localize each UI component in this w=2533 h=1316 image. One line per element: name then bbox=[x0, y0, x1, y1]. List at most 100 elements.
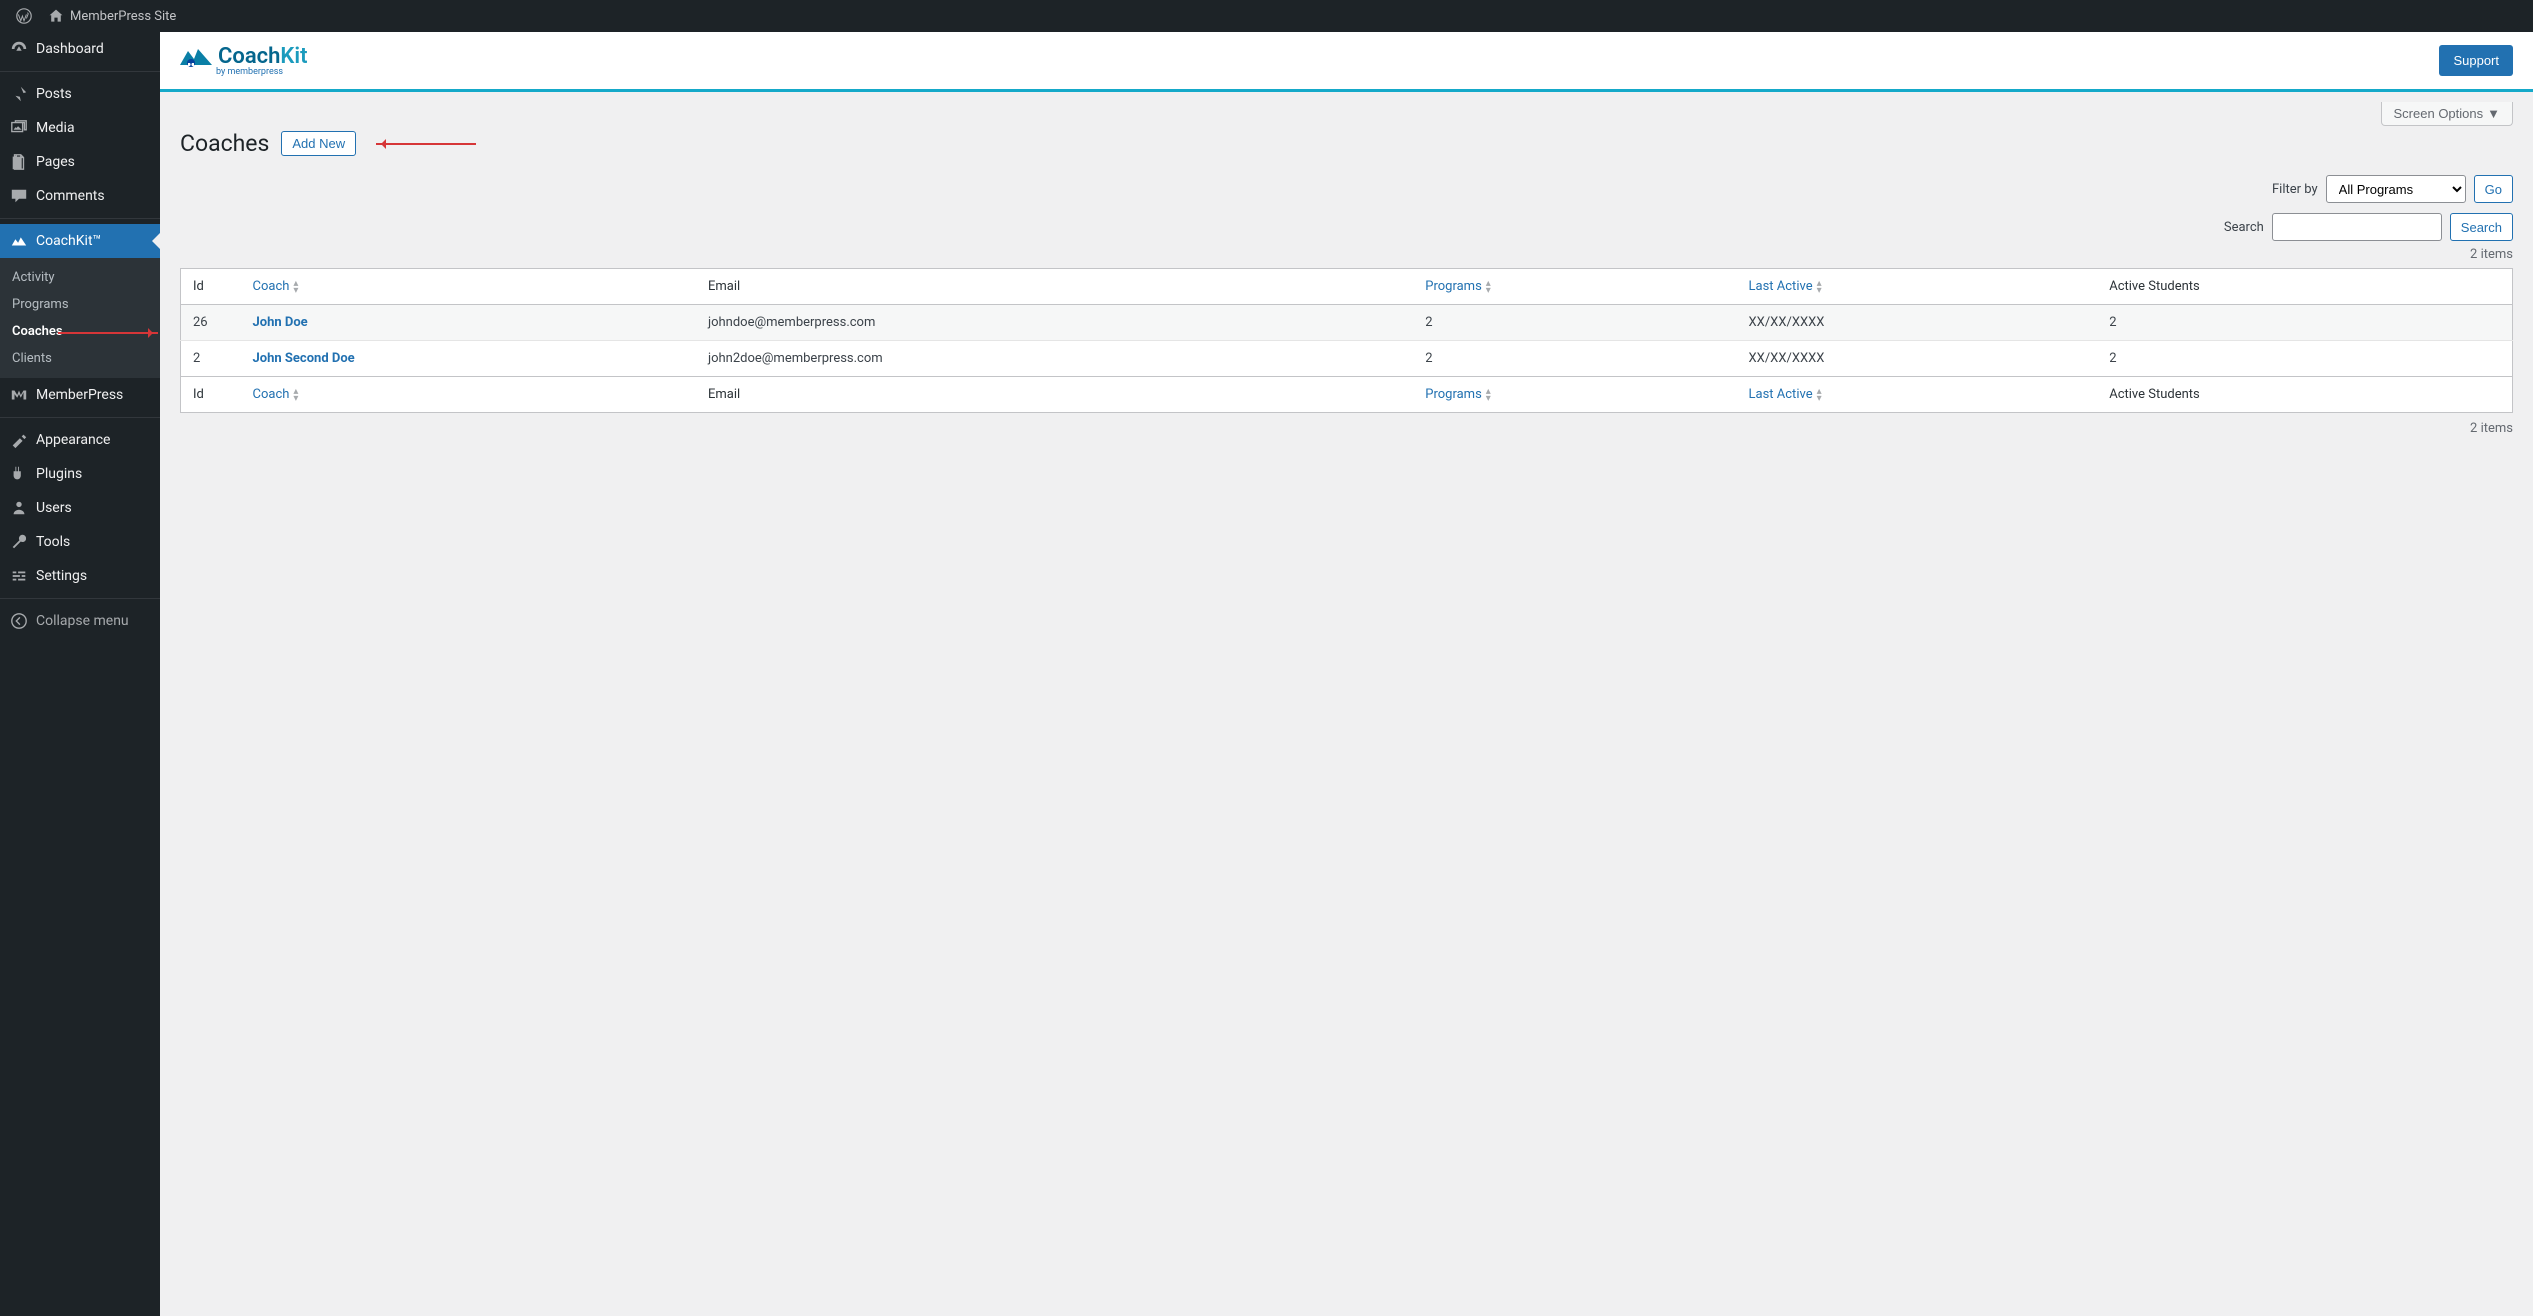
tf-programs[interactable]: Programs▴▾ bbox=[1413, 377, 1736, 413]
site-link[interactable]: MemberPress Site bbox=[40, 8, 184, 24]
menu-label: MemberPress bbox=[36, 387, 123, 403]
sort-icon: ▴▾ bbox=[1486, 388, 1491, 402]
menu-media[interactable]: Media bbox=[0, 111, 160, 145]
menu-label: Users bbox=[36, 500, 72, 516]
table-row: 2 John Second Doe john2doe@memberpress.com… bbox=[181, 341, 2513, 377]
screen-options-button[interactable]: Screen Options ▼ bbox=[2381, 102, 2513, 126]
collapse-icon bbox=[10, 612, 28, 630]
menu-settings[interactable]: Settings bbox=[0, 559, 160, 593]
menu-label: Tools bbox=[36, 534, 70, 550]
media-icon bbox=[10, 119, 28, 137]
memberpress-icon bbox=[10, 386, 28, 404]
menu-label: Settings bbox=[36, 568, 87, 584]
chevron-down-icon: ▼ bbox=[2487, 106, 2500, 121]
sort-icon: ▴▾ bbox=[1817, 280, 1822, 294]
search-button[interactable]: Search bbox=[2450, 213, 2513, 241]
menu-label: Media bbox=[36, 120, 75, 136]
wp-logo-menu[interactable] bbox=[8, 8, 40, 24]
dashboard-icon bbox=[10, 40, 28, 58]
menu-appearance[interactable]: Appearance bbox=[0, 423, 160, 457]
pin-icon bbox=[10, 85, 28, 103]
tools-icon bbox=[10, 533, 28, 551]
menu-label: Plugins bbox=[36, 466, 82, 482]
tf-last-active[interactable]: Last Active▴▾ bbox=[1737, 377, 2098, 413]
cell-last-active: XX/XX/XXXX bbox=[1737, 305, 2098, 341]
tf-coach[interactable]: Coach▴▾ bbox=[241, 377, 696, 413]
brand-bar: CoachKit by memberpress Support bbox=[160, 32, 2533, 92]
menu-coachkit[interactable]: CoachKit™ bbox=[0, 224, 160, 258]
th-coach[interactable]: Coach▴▾ bbox=[241, 269, 696, 305]
pages-icon bbox=[10, 153, 28, 171]
cell-active-students: 2 bbox=[2097, 341, 2512, 377]
menu-comments[interactable]: Comments bbox=[0, 179, 160, 213]
tf-email: Email bbox=[696, 377, 1413, 413]
appearance-icon bbox=[10, 431, 28, 449]
admin-bar: MemberPress Site bbox=[0, 0, 2533, 32]
th-email: Email bbox=[696, 269, 1413, 305]
home-icon bbox=[48, 8, 64, 24]
support-button[interactable]: Support bbox=[2439, 45, 2513, 76]
cell-email: johndoe@memberpress.com bbox=[696, 305, 1413, 341]
menu-label: Comments bbox=[36, 188, 105, 204]
menu-tools[interactable]: Tools bbox=[0, 525, 160, 559]
th-active-students: Active Students bbox=[2097, 269, 2512, 305]
coachkit-logo: CoachKit bbox=[180, 44, 307, 69]
settings-icon bbox=[10, 567, 28, 585]
sort-icon: ▴▾ bbox=[1817, 388, 1822, 402]
cell-programs: 2 bbox=[1413, 305, 1736, 341]
menu-collapse[interactable]: Collapse menu bbox=[0, 604, 160, 638]
coaches-table: Id Coach▴▾ Email Programs▴▾ Last Active▴… bbox=[180, 268, 2513, 413]
search-input[interactable] bbox=[2272, 213, 2442, 241]
menu-label: Collapse menu bbox=[36, 613, 129, 629]
coachkit-icon bbox=[10, 232, 28, 250]
submenu-coaches[interactable]: Coaches bbox=[0, 318, 160, 345]
items-count-bottom: 2 items bbox=[180, 421, 2513, 436]
menu-posts[interactable]: Posts bbox=[0, 77, 160, 111]
th-id: Id bbox=[181, 269, 241, 305]
menu-dashboard[interactable]: Dashboard bbox=[0, 32, 160, 66]
wordpress-icon bbox=[16, 8, 32, 24]
mountain-icon bbox=[180, 45, 212, 69]
cell-email: john2doe@memberpress.com bbox=[696, 341, 1413, 377]
users-icon bbox=[10, 499, 28, 517]
annotation-arrow bbox=[376, 143, 476, 145]
cell-id: 2 bbox=[181, 341, 241, 377]
plugins-icon bbox=[10, 465, 28, 483]
th-last-active[interactable]: Last Active▴▾ bbox=[1737, 269, 2098, 305]
add-new-button[interactable]: Add New bbox=[281, 131, 356, 156]
go-button[interactable]: Go bbox=[2474, 175, 2513, 203]
menu-label: Dashboard bbox=[36, 41, 104, 57]
sort-icon: ▴▾ bbox=[293, 388, 298, 402]
submenu-clients[interactable]: Clients bbox=[0, 345, 160, 372]
submenu-activity[interactable]: Activity bbox=[0, 264, 160, 291]
comments-icon bbox=[10, 187, 28, 205]
programs-filter-select[interactable]: All Programs bbox=[2326, 175, 2466, 203]
tf-id: Id bbox=[181, 377, 241, 413]
th-programs[interactable]: Programs▴▾ bbox=[1413, 269, 1736, 305]
menu-label: CoachKit™ bbox=[36, 233, 101, 249]
menu-label: Appearance bbox=[36, 432, 110, 448]
cell-programs: 2 bbox=[1413, 341, 1736, 377]
menu-label: Pages bbox=[36, 154, 75, 170]
menu-users[interactable]: Users bbox=[0, 491, 160, 525]
items-count-top: 2 items bbox=[180, 247, 2513, 262]
menu-memberpress[interactable]: MemberPress bbox=[0, 378, 160, 412]
filter-by-label: Filter by bbox=[2272, 182, 2318, 197]
search-label: Search bbox=[2224, 220, 2264, 235]
cell-active-students: 2 bbox=[2097, 305, 2512, 341]
site-name: MemberPress Site bbox=[70, 9, 176, 24]
page-title: Coaches bbox=[180, 130, 269, 157]
submenu-programs[interactable]: Programs bbox=[0, 291, 160, 318]
coach-link[interactable]: John Second Doe bbox=[253, 351, 355, 366]
annotation-arrow bbox=[58, 332, 158, 334]
cell-id: 26 bbox=[181, 305, 241, 341]
menu-label: Posts bbox=[36, 86, 72, 102]
sort-icon: ▴▾ bbox=[1486, 280, 1491, 294]
coach-link[interactable]: John Doe bbox=[253, 315, 308, 330]
menu-plugins[interactable]: Plugins bbox=[0, 457, 160, 491]
cell-last-active: XX/XX/XXXX bbox=[1737, 341, 2098, 377]
tf-active-students: Active Students bbox=[2097, 377, 2512, 413]
admin-sidebar: Dashboard Posts Media Pages Comments bbox=[0, 32, 160, 1316]
sort-icon: ▴▾ bbox=[293, 280, 298, 294]
menu-pages[interactable]: Pages bbox=[0, 145, 160, 179]
